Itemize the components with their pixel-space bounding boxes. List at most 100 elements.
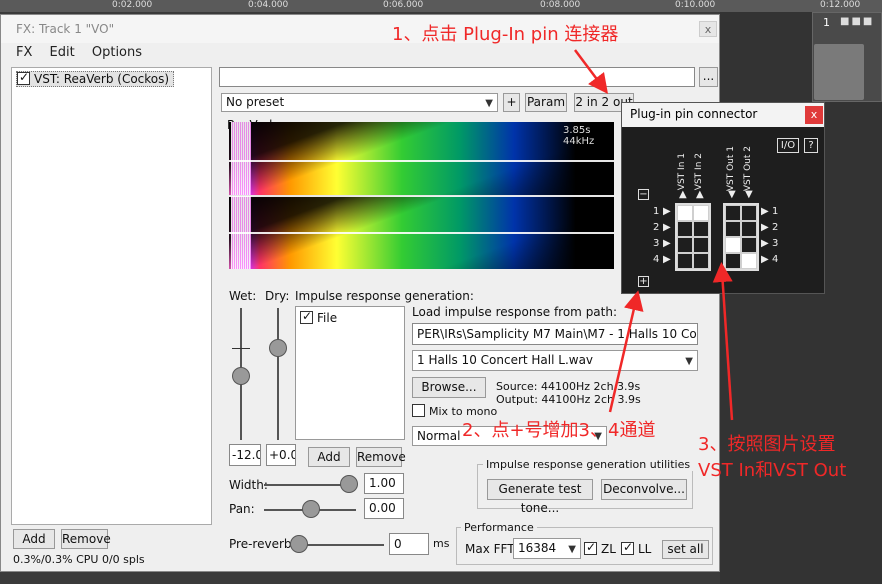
- ir-list-item[interactable]: File: [300, 309, 338, 325]
- output-pin-cell[interactable]: [741, 253, 757, 269]
- prereverb-label: Pre-reverb:: [229, 537, 296, 551]
- window-title: FX: Track 1 "VO": [16, 22, 115, 36]
- add-fx-button[interactable]: Add: [13, 529, 55, 549]
- chevron-down-icon: ▼: [568, 544, 576, 555]
- help-button[interactable]: ?: [804, 138, 818, 153]
- deconvolve-button[interactable]: Deconvolve...: [601, 479, 687, 500]
- add-channels-button[interactable]: +: [638, 276, 649, 287]
- annotation-step2: 2、点+号增加3、4通道: [462, 420, 656, 441]
- maxfft-value: 16384: [518, 541, 557, 555]
- remove-fx-button[interactable]: Remove: [61, 529, 111, 549]
- input-pin-cell[interactable]: [677, 205, 693, 221]
- mix-to-mono-checkbox[interactable]: [412, 404, 425, 417]
- width-value-input[interactable]: 1.00: [364, 473, 404, 494]
- io-button[interactable]: I/O: [777, 138, 799, 153]
- pan-slider-knob[interactable]: [302, 500, 320, 518]
- daw-timeline[interactable]: 0:02.000 0:04.000 0:06.000 0:08.000 0:10…: [0, 0, 882, 12]
- fx-list-item[interactable]: VST: ReaVerb (Cockos): [16, 70, 175, 87]
- zl-checkbox[interactable]: [584, 540, 597, 555]
- output-pin-cell[interactable]: [741, 237, 757, 253]
- timeline-tick: 0:12.000: [820, 0, 861, 10]
- vst-out-1-label: VST Out 1: [726, 146, 736, 192]
- generate-test-tone-button[interactable]: Generate test tone...: [487, 479, 593, 515]
- zl-option[interactable]: ZL: [584, 540, 616, 556]
- track-number: 1: [823, 16, 830, 29]
- track-control-icons[interactable]: ■■■: [840, 16, 874, 27]
- menu-edit[interactable]: Edit: [50, 45, 75, 60]
- input-pin-cell[interactable]: [677, 253, 693, 269]
- timeline-tick: 0:06.000: [383, 0, 424, 10]
- row-number: 3: [772, 238, 779, 249]
- pan-label: Pan:: [229, 502, 255, 516]
- dry-label: Dry:: [265, 289, 290, 303]
- ll-label: LL: [638, 542, 652, 556]
- maxfft-select[interactable]: 16384 ▼: [513, 538, 581, 559]
- mode-value: Normal: [417, 429, 461, 443]
- wet-slider-knob[interactable]: [232, 367, 250, 385]
- dry-slider-knob[interactable]: [269, 339, 287, 357]
- ir-remove-button[interactable]: Remove: [356, 447, 406, 467]
- ir-generator-list[interactable]: File: [295, 306, 405, 440]
- add-preset-button[interactable]: +: [503, 93, 520, 112]
- output-pin-cell[interactable]: [725, 237, 741, 253]
- close-button[interactable]: x: [699, 21, 717, 37]
- more-button[interactable]: ...: [699, 67, 718, 87]
- maxfft-label: Max FFT:: [465, 542, 518, 556]
- input-pin-cell[interactable]: [693, 221, 709, 237]
- spectrogram-info: 3.85s 44kHz: [563, 125, 595, 147]
- chevron-down-icon: ▼: [685, 356, 693, 367]
- ir-file-value: 1 Halls 10 Concert Hall L.wav: [417, 353, 594, 367]
- preset-select[interactable]: No preset ▼: [221, 93, 498, 112]
- row-number: 1: [772, 206, 779, 217]
- ll-option[interactable]: LL: [621, 540, 652, 556]
- arrow-right-icon: ▶: [761, 206, 769, 217]
- width-slider-knob[interactable]: [340, 475, 358, 493]
- remove-channels-button[interactable]: −: [638, 189, 649, 200]
- fx-enable-checkbox[interactable]: [17, 70, 30, 85]
- pin-connector-titlebar[interactable]: Plug-in pin connector x: [622, 103, 824, 127]
- pin-connector-close-button[interactable]: x: [805, 106, 823, 124]
- output-pin-cell[interactable]: [725, 253, 741, 269]
- ir-utilities-title: Impulse response generation utilities: [483, 458, 694, 471]
- input-pin-matrix: [675, 203, 711, 271]
- fx-chain-list[interactable]: VST: ReaVerb (Cockos): [11, 67, 212, 525]
- output-pin-cell[interactable]: [741, 205, 757, 221]
- dry-slider-track[interactable]: [277, 308, 279, 440]
- ir-file-checkbox[interactable]: [300, 309, 313, 324]
- prereverb-slider-knob[interactable]: [290, 535, 308, 553]
- load-path-label: Load impulse response from path:: [412, 305, 618, 319]
- output-pin-cell[interactable]: [741, 221, 757, 237]
- output-pin-cell[interactable]: [725, 205, 741, 221]
- arrow-right-icon: ▶: [663, 222, 671, 233]
- arrow-right-icon: ▶: [663, 254, 671, 265]
- menu-options[interactable]: Options: [92, 45, 142, 60]
- input-pin-cell[interactable]: [693, 237, 709, 253]
- row-number: 2: [653, 222, 660, 233]
- param-button[interactable]: Param: [525, 93, 567, 112]
- pan-value-input[interactable]: 0.00: [364, 498, 404, 519]
- menu-fx[interactable]: FX: [16, 45, 32, 60]
- browse-button[interactable]: Browse...: [412, 377, 486, 398]
- input-pin-cell[interactable]: [693, 205, 709, 221]
- ir-file-select[interactable]: 1 Halls 10 Concert Hall L.wav ▼: [412, 350, 698, 371]
- dry-value-input[interactable]: +0.0: [266, 444, 296, 466]
- arrow-up-icon: ▲: [679, 189, 687, 200]
- ir-add-button[interactable]: Add: [308, 447, 350, 467]
- audio-item-waveform[interactable]: [814, 44, 864, 100]
- input-pin-cell[interactable]: [693, 253, 709, 269]
- wet-value-input[interactable]: -12.0: [229, 444, 261, 466]
- ir-file-label: File: [317, 311, 338, 325]
- spectrogram-channel-right: [229, 196, 614, 269]
- row-number: 4: [653, 254, 660, 265]
- ir-path-input[interactable]: PER\IRs\Samplicity M7 Main\M7 - 1 Halls …: [412, 323, 698, 345]
- set-all-button[interactable]: set all: [662, 540, 709, 559]
- prereverb-value-input[interactable]: 0: [389, 533, 429, 555]
- ll-checkbox[interactable]: [621, 540, 634, 555]
- zl-label: ZL: [601, 542, 616, 556]
- input-pin-cell[interactable]: [677, 237, 693, 253]
- fx-param-input[interactable]: [219, 67, 695, 87]
- annotation-step3-line2: VST In和VST Out: [698, 460, 847, 481]
- input-pin-cell[interactable]: [677, 221, 693, 237]
- menu-bar: FX Edit Options: [16, 45, 155, 60]
- output-pin-cell[interactable]: [725, 221, 741, 237]
